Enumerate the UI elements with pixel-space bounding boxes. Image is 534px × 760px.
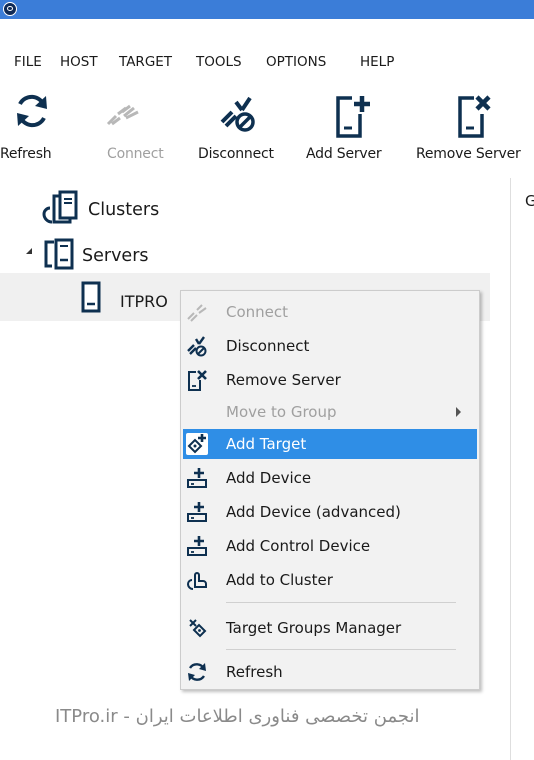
menu-item-add-control-device[interactable]: Add Control Device <box>181 531 479 561</box>
menu-item-remove-server[interactable]: Remove Server <box>181 365 479 395</box>
disconnect-button[interactable]: Disconnect <box>196 90 294 170</box>
menu-separator <box>226 649 456 650</box>
refresh-button[interactable]: Refresh <box>0 90 62 170</box>
menu-help[interactable]: HELP <box>360 54 394 70</box>
menu-item-add-control-device-label: Add Control Device <box>226 537 371 555</box>
watermark-text: ITPro.ir - انجمن تخصصی فناوری اطلاعات ای… <box>55 706 420 727</box>
submenu-arrow-icon <box>456 407 461 417</box>
servers-icon <box>44 238 74 270</box>
clusters-icon <box>42 190 78 224</box>
menu-item-connect-label: Connect <box>226 303 289 321</box>
menu-bar: FILE HOST TARGET TOOLS OPTIONS HELP <box>0 50 534 74</box>
refresh-icon <box>188 663 206 681</box>
menu-item-add-to-cluster-label: Add to Cluster <box>226 571 333 589</box>
menu-item-connect[interactable]: Connect <box>181 297 479 327</box>
menu-item-refresh[interactable]: Refresh <box>181 657 479 687</box>
remove-server-label: Remove Server <box>416 146 521 162</box>
disconnect-label: Disconnect <box>198 146 274 162</box>
right-pane: G <box>510 178 534 760</box>
expand-arrow-icon[interactable] <box>26 248 32 254</box>
remove-server-icon <box>458 95 491 138</box>
disconnect-icon <box>220 96 255 132</box>
menu-item-add-target[interactable]: Add Target <box>183 429 477 459</box>
menu-item-add-target-label: Add Target <box>226 435 307 453</box>
menu-item-target-groups-manager[interactable]: Target Groups Manager <box>181 613 479 643</box>
menu-file[interactable]: FILE <box>14 54 42 70</box>
add-server-label: Add Server <box>306 146 382 162</box>
app-icon[interactable] <box>3 2 17 16</box>
menu-item-move-to-group[interactable]: Move to Group <box>181 397 479 427</box>
server-icon <box>81 281 101 313</box>
menu-host[interactable]: HOST <box>60 54 98 70</box>
menu-options[interactable]: OPTIONS <box>266 54 326 70</box>
menu-target[interactable]: TARGET <box>119 54 172 70</box>
menu-item-move-to-group-label: Move to Group <box>226 403 337 421</box>
menu-item-add-device-advanced-label: Add Device (advanced) <box>226 503 401 521</box>
refresh-label: Refresh <box>0 146 52 162</box>
menu-tools[interactable]: TOOLS <box>196 54 242 70</box>
remove-server-button[interactable]: Remove Server <box>414 90 534 170</box>
menu-item-remove-server-label: Remove Server <box>226 371 341 389</box>
add-target-icon <box>186 433 208 455</box>
server-name-label: ITPRO <box>120 292 168 311</box>
menu-item-add-device-label: Add Device <box>226 469 312 487</box>
menu-separator <box>226 602 456 603</box>
right-pane-tab-text[interactable]: G <box>525 192 534 210</box>
context-menu: Connect Disconnect Remove Server Move to… <box>180 290 480 690</box>
add-server-icon <box>336 96 370 138</box>
connect-label: Connect <box>107 146 164 162</box>
add-to-cluster-icon <box>186 572 207 590</box>
refresh-icon <box>17 94 47 128</box>
menu-item-target-groups-manager-label: Target Groups Manager <box>226 619 402 637</box>
tree-item-servers[interactable]: Servers <box>26 236 226 276</box>
remove-server-icon <box>188 370 207 391</box>
add-device-advanced-icon <box>187 502 207 522</box>
add-device-icon <box>187 468 207 488</box>
connect-icon <box>187 304 207 322</box>
menu-item-add-to-cluster[interactable]: Add to Cluster <box>181 565 479 595</box>
tree-item-clusters[interactable]: Clusters <box>40 190 240 230</box>
title-bar <box>0 0 534 19</box>
target-groups-icon <box>189 619 207 638</box>
servers-label: Servers <box>82 246 149 266</box>
connect-icon <box>106 104 139 126</box>
menu-item-add-device[interactable]: Add Device <box>181 463 479 493</box>
disconnect-icon <box>187 336 207 357</box>
menu-item-refresh-label: Refresh <box>226 663 283 681</box>
clusters-label: Clusters <box>88 200 160 220</box>
add-server-button[interactable]: Add Server <box>306 90 402 170</box>
menu-item-add-device-advanced[interactable]: Add Device (advanced) <box>181 497 479 527</box>
add-control-device-icon <box>187 536 207 556</box>
menu-item-disconnect[interactable]: Disconnect <box>181 331 479 361</box>
connect-button[interactable]: Connect <box>64 90 164 170</box>
menu-item-disconnect-label: Disconnect <box>226 337 310 355</box>
toolbar: Refresh Connect Disconnect Add Server Re… <box>0 90 534 170</box>
